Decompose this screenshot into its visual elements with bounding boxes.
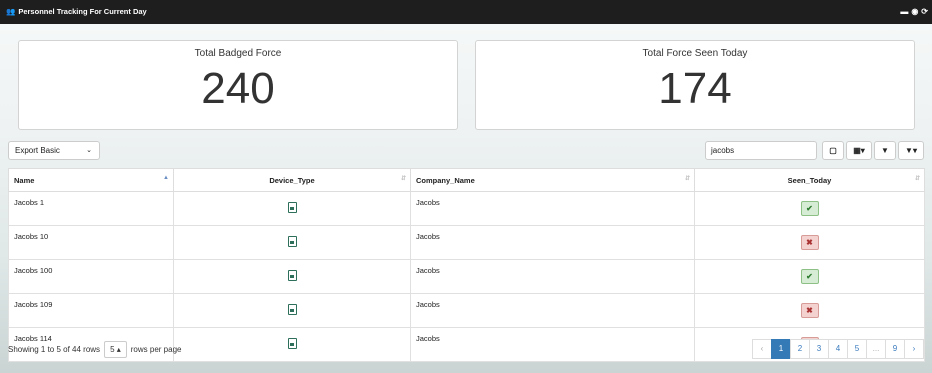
export-select-value: Export Basic [15,146,60,155]
seen-today-cell: ✔ [694,191,925,226]
download-icon: ▼▾ [905,146,917,155]
column-header-label: Company_Name [416,175,475,185]
chevron-down-icon: ⌄ [86,147,92,154]
column-header-device-type[interactable]: Device_Type ⇵ [173,168,411,192]
column-header-label: Device_Type [269,175,315,185]
page-button[interactable]: 5 [847,339,867,359]
page-button[interactable]: 1 [771,339,791,359]
seen-today-cell: ✖ [694,293,925,328]
search-input[interactable]: jacobs [705,141,817,160]
total-force-seen-card: Total Force Seen Today 174 [475,40,915,130]
cross-icon[interactable]: ✖ [800,235,819,250]
name-cell: Jacobs 109 [8,293,174,328]
device-type-cell [173,225,411,260]
column-header-seen-today[interactable]: Seen_Today ⇵ [694,168,925,192]
table-header-row: Name ▲ Device_Type ⇵ Company_Name ⇵ Seen_To… [8,168,925,192]
cross-icon[interactable]: ✖ [800,303,819,318]
pagination: ‹ 1 2 3 4 5... 9 › [752,339,924,359]
card-value: 240 [201,64,275,113]
total-badged-force-card: Total Badged Force 240 [18,40,458,130]
prev-page-button[interactable]: ‹ [752,339,772,359]
page-size-select[interactable]: 5 ▴ [104,341,127,358]
company-cell: Jacobs [410,259,695,294]
sort-icon: ⇵ [914,176,920,182]
page-size-value: 5 [110,345,115,354]
columns-icon: ▦▾ [853,146,865,155]
device-icon [287,236,297,247]
company-cell: Jacobs [410,191,695,226]
filter-button[interactable]: ▼ [874,141,896,160]
column-header-label: Name [14,175,35,185]
personnel-table: Name ▲ Device_Type ⇵ Company_Name ⇵ Seen_To… [8,168,925,362]
eye-icon[interactable]: ◉ [911,7,918,16]
column-header-label: Seen_Today [787,175,832,185]
caret-up-icon: ▴ [116,345,121,354]
card-label: Total Force Seen Today [642,48,748,59]
toggle-icon: ▢ [829,146,837,155]
showing-text: Showing 1 to 5 of 44 rows [8,345,101,354]
device-type-cell [173,293,411,328]
page-button[interactable]: ... [866,339,886,359]
name-cell: Jacobs 1 [8,191,174,226]
window-title: 👥 Personnel Tracking For Current Day [6,7,147,16]
check-icon[interactable]: ✔ [800,201,819,216]
page-button[interactable]: 3 [809,339,829,359]
seen-today-cell: ✔ [694,259,925,294]
refresh-icon[interactable]: ⟳ [921,7,928,16]
device-icon [287,338,297,349]
card-value: 174 [658,64,732,113]
device-icon [287,304,297,315]
company-cell: Jacobs [410,327,695,362]
minimize-icon[interactable]: ▬ [900,7,908,16]
table-row[interactable]: Jacobs 10 Jacobs ✖ [8,225,925,260]
device-type-cell [173,191,411,226]
name-text: Jacobs 100 [14,266,53,275]
check-icon[interactable]: ✔ [800,269,819,284]
device-icon [287,270,297,281]
table-row[interactable]: Jacobs 100 Jacobs ✔ [8,259,925,294]
toggle-view-button[interactable]: ▢ [822,141,844,160]
users-icon: 👥 [6,7,16,16]
title-bar: 👥 Personnel Tracking For Current Day ▬ ◉… [0,0,932,24]
company-text: Jacobs [416,266,440,275]
sort-asc-icon: ▲ [163,175,169,181]
device-icon [287,202,297,213]
sort-icon: ⇵ [400,176,406,182]
sort-icon: ⇵ [684,176,690,182]
page-button[interactable]: 4 [828,339,848,359]
table-row[interactable]: Jacobs 1 Jacobs ✔ [8,191,925,226]
device-type-cell [173,327,411,362]
window-controls: ▬ ◉ ⟳ [900,7,928,16]
table-footer: Showing 1 to 5 of 44 rows 5 ▴ rows per p… [8,341,181,358]
search-input-value: jacobs [711,146,735,155]
export-button[interactable]: ▼▾ [898,141,924,160]
name-text: Jacobs 1 [14,198,45,207]
name-text: Jacobs 109 [14,300,53,309]
name-cell: Jacobs 10 [8,225,174,260]
company-cell: Jacobs [410,293,695,328]
page-button[interactable]: 2 [790,339,810,359]
seen-today-cell: ✖ [694,225,925,260]
company-text: Jacobs [416,232,440,241]
card-label: Total Badged Force [194,48,282,59]
company-cell: Jacobs [410,225,695,260]
company-text: Jacobs [416,300,440,309]
window-title-text: Personnel Tracking For Current Day [18,7,147,16]
name-text: Jacobs 10 [14,232,49,241]
device-type-cell [173,259,411,294]
export-select[interactable]: Export Basic ⌄ [8,141,100,160]
filter-icon: ▼ [881,146,889,155]
column-header-company-name[interactable]: Company_Name ⇵ [410,168,695,192]
page-button[interactable]: 9 [885,339,905,359]
per-page-text: rows per page [130,345,182,354]
next-page-button[interactable]: › [904,339,924,359]
company-text: Jacobs [416,334,440,343]
name-cell: Jacobs 100 [8,259,174,294]
company-text: Jacobs [416,198,440,207]
column-header-name[interactable]: Name ▲ [8,168,174,192]
columns-button[interactable]: ▦▾ [846,141,872,160]
table-row[interactable]: Jacobs 109 Jacobs ✖ [8,293,925,328]
